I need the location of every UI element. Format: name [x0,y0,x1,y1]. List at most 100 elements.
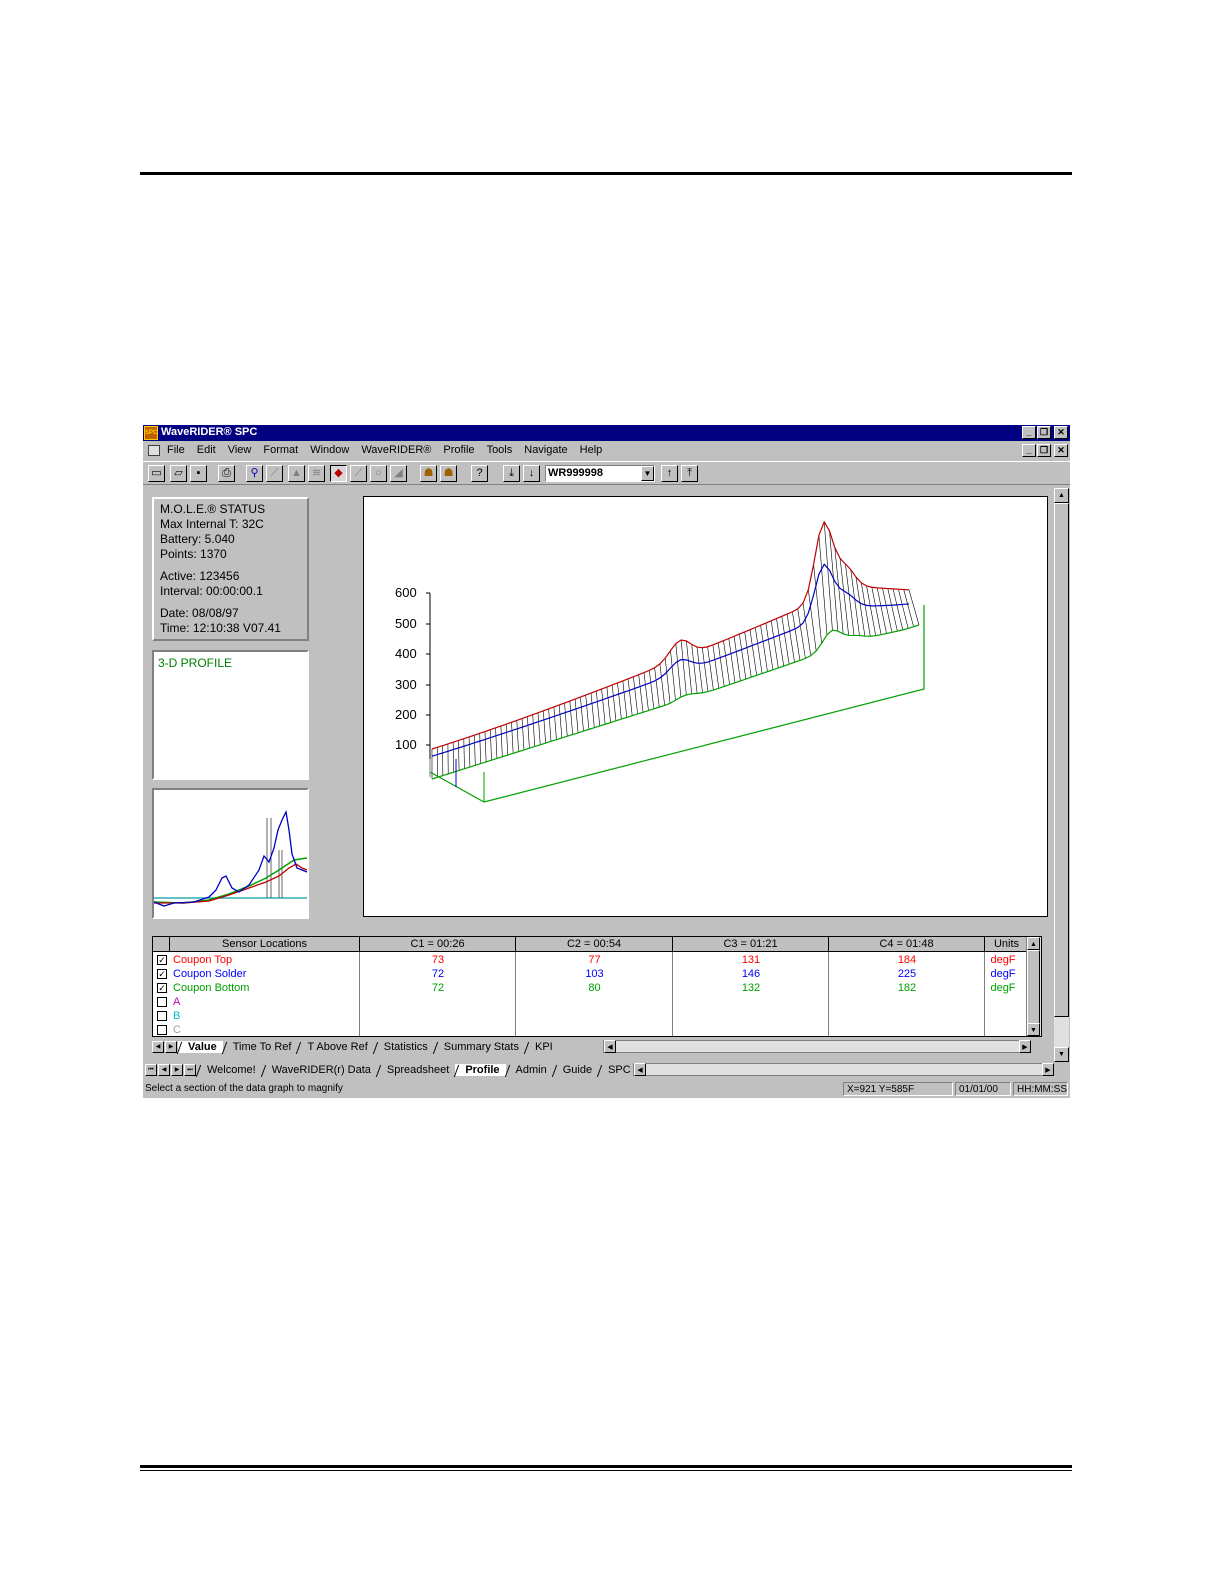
tab-admin[interactable]: Admin [506,1064,553,1076]
table-scroll-down-icon[interactable]: ▼ [1027,1023,1040,1036]
tab-prev-icon[interactable]: ◀ [152,1040,164,1053]
menu-tools[interactable]: Tools [487,444,513,456]
tab-time-to-ref[interactable]: Time To Ref [223,1041,298,1053]
hscroll-right-icon[interactable]: ▶ [1019,1040,1031,1053]
lasso-icon[interactable]: ○ [370,465,387,482]
table-header[interactable]: C2 = 00:54 [516,937,673,952]
3d-profile-icon[interactable]: ◆ [330,465,347,482]
application-window: SPC WaveRIDER® SPC _ ❐ ✕ File Edit View For… [143,425,1070,1098]
tab-profile[interactable]: Profile [455,1063,506,1076]
zoom-line-icon[interactable]: ⟋ [266,465,283,482]
sensor-checkbox[interactable]: ✓ [157,955,167,965]
tab-spreadsheet[interactable]: Spreadsheet [377,1064,455,1076]
table-header[interactable]: C3 = 01:21 [673,937,829,952]
magnify-icon[interactable]: ⚲ [246,465,263,482]
window-hscroll-left-icon[interactable]: ◀ [634,1063,646,1076]
menu-profile[interactable]: Profile [443,444,474,456]
sensor-checkbox[interactable] [157,1011,167,1021]
chevron-down-icon[interactable]: ▼ [641,466,654,481]
sensor-value [673,1023,829,1037]
profile-select[interactable]: WR999998 ▼ [545,465,655,482]
window-vertical-scrollbar[interactable]: ▲ ▼ [1054,488,1069,1062]
table-header[interactable]: Sensor Locations [170,937,360,952]
mesh-line [702,647,709,692]
last-record-icon[interactable]: ⤒ [681,465,698,482]
title-bar: SPC WaveRIDER® SPC _ ❐ ✕ [143,425,1070,441]
table-scroll-up-icon[interactable]: ▲ [1027,937,1040,950]
mole-device-icon[interactable]: ☗ [420,465,437,482]
mole-device-alt-icon[interactable]: ☗ [440,465,457,482]
overview-graph[interactable] [152,788,309,919]
doc-minimize-button[interactable]: _ [1022,444,1036,457]
table-vertical-scrollbar[interactable]: ▲ ▼ [1026,937,1041,1036]
menu-view[interactable]: View [228,444,252,456]
tab-kpi[interactable]: KPI [525,1041,559,1053]
scrollbar-thumb[interactable] [1054,503,1069,1017]
sensor-value [516,1023,673,1037]
mesh-line [749,629,757,676]
outer-tab-next-icon[interactable]: ▶ [171,1063,183,1076]
doc-restore-button[interactable]: ❐ [1037,444,1051,457]
eraser-icon[interactable]: ◢ [390,465,407,482]
table-header[interactable]: C1 = 00:26 [360,937,516,952]
sensor-checkbox[interactable] [157,1025,167,1035]
peak-icon[interactable]: ▲ [288,465,305,482]
outer-tab-prev-icon[interactable]: ◀ [158,1063,170,1076]
close-button[interactable]: ✕ [1054,426,1068,439]
next-record-icon[interactable]: ↓ [523,465,540,482]
table-scroll-thumb[interactable] [1027,950,1040,1024]
mesh-line [792,611,801,661]
menu-navigate[interactable]: Navigate [524,444,567,456]
outer-tab-first-icon[interactable]: ⏮ [145,1063,157,1076]
menu-file[interactable]: File [167,444,185,456]
sensor-value: 131 [741,954,761,966]
status-bar: Select a section of the data graph to ma… [143,1081,1070,1097]
y-tick-label: 500 [395,616,417,631]
menu-help[interactable]: Help [580,444,603,456]
mesh-line [596,691,601,726]
tab-value[interactable]: Value [178,1040,223,1053]
tab-statistics[interactable]: Statistics [374,1041,434,1053]
menu-window[interactable]: Window [310,444,349,456]
menu-edit[interactable]: Edit [197,444,216,456]
restore-button[interactable]: ❐ [1037,426,1051,439]
sensor-units [985,1009,1021,1023]
window-hscroll-right-icon[interactable]: ▶ [1042,1063,1054,1076]
tab-t-above-ref[interactable]: T Above Ref [297,1041,373,1053]
tab-waverider-r-data[interactable]: WaveRIDER(r) Data [262,1064,377,1076]
tab-guide[interactable]: Guide [553,1064,598,1076]
sensor-checkbox[interactable]: ✓ [157,983,167,993]
help-icon[interactable]: ? [471,465,488,482]
first-record-icon[interactable]: ⤓ [503,465,520,482]
new-file-icon[interactable]: ▭ [148,465,165,482]
draw-line-icon[interactable]: ⟋ [350,465,367,482]
scroll-down-icon[interactable]: ▼ [1054,1047,1069,1062]
document-menu-icon[interactable] [148,445,160,456]
minimize-button[interactable]: _ [1022,426,1036,439]
wave-chart-icon[interactable]: ≋ [308,465,325,482]
save-disk-icon[interactable]: ▪ [190,465,207,482]
scroll-up-icon[interactable]: ▲ [1054,488,1069,503]
coupon-solder-trace [431,563,910,757]
table-header[interactable]: Units [985,937,1029,952]
print-icon[interactable]: ⎙ [218,465,235,482]
open-folder-icon[interactable]: ▱ [170,465,187,482]
y-tick-label: 200 [395,707,417,722]
table-horizontal-scrollbar[interactable]: ◀ ▶ [603,1040,1031,1053]
menu-waverider[interactable]: WaveRIDER® [361,444,431,456]
3d-profile-graph[interactable]: 600 500 400 300 200 100 [363,496,1048,917]
hscroll-left-icon[interactable]: ◀ [604,1040,616,1053]
window-horizontal-scrollbar[interactable]: ◀ ▶ [633,1063,1054,1076]
app-logo-icon[interactable]: SPC [144,426,158,440]
tab-summary-stats[interactable]: Summary Stats [434,1041,525,1053]
sensor-checkbox[interactable]: ✓ [157,969,167,979]
table-header[interactable]: C4 = 01:48 [829,937,985,952]
tab-next-icon[interactable]: ▶ [165,1040,177,1053]
outer-tab-last-icon[interactable]: ⏭ [184,1063,196,1076]
sensor-checkbox[interactable] [157,997,167,1007]
tab-spc[interactable]: SPC [598,1064,637,1076]
tab-welcome[interactable]: Welcome! [197,1064,262,1076]
previous-record-icon[interactable]: ↑ [661,465,678,482]
doc-close-button[interactable]: ✕ [1054,444,1068,457]
menu-format[interactable]: Format [263,444,298,456]
